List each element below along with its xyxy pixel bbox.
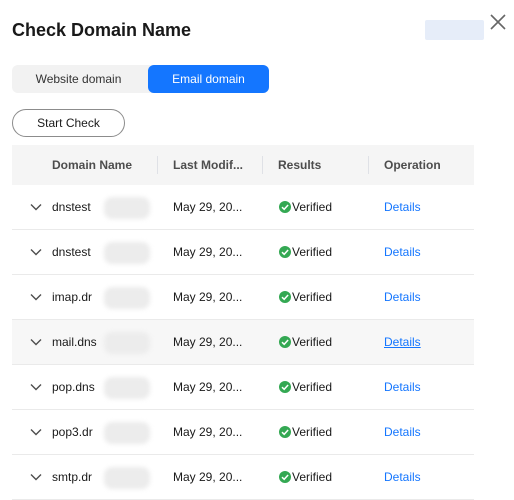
close-icon[interactable] bbox=[488, 12, 508, 32]
details-link[interactable]: Details bbox=[384, 185, 421, 229]
domain-name-cell: dnstest bbox=[52, 245, 91, 259]
table-row: pop3.dr May 29, 20... Verified Details bbox=[12, 410, 474, 455]
chevron-down-icon[interactable] bbox=[30, 336, 42, 348]
domain-name-cell: smtp.dr bbox=[52, 470, 93, 484]
details-link[interactable]: Details bbox=[384, 230, 421, 274]
table-row: mail.dns May 29, 20... Verified Details bbox=[12, 320, 474, 365]
check-circle-icon bbox=[279, 201, 291, 213]
details-link[interactable]: Details bbox=[384, 320, 421, 364]
result-status-text: Verified bbox=[292, 290, 333, 304]
table-row: imap.dr May 29, 20... Verified Details bbox=[12, 275, 474, 320]
chevron-down-icon[interactable] bbox=[30, 381, 42, 393]
redacted-domain-text bbox=[104, 422, 150, 444]
domain-table: Domain Name Last Modif... Results Operat… bbox=[12, 145, 474, 500]
table-row: smtp.dr May 29, 20... Verified Details bbox=[12, 455, 474, 500]
table-row: dnstest May 29, 20... Verified Details bbox=[12, 185, 474, 230]
domain-name-cell: pop.dns bbox=[52, 380, 95, 394]
domain-name-cell: mail.dns bbox=[52, 335, 97, 349]
table-row: dnstest May 29, 20... Verified Details bbox=[12, 230, 474, 275]
result-status-text: Verified bbox=[292, 470, 333, 484]
redacted-domain-text bbox=[104, 242, 150, 264]
chevron-down-icon[interactable] bbox=[30, 471, 42, 483]
domain-name-cell: imap.dr bbox=[52, 290, 93, 304]
redacted-domain-text bbox=[104, 197, 150, 219]
table-row: pop.dns May 29, 20... Verified Details bbox=[12, 365, 474, 410]
check-circle-icon bbox=[279, 336, 291, 348]
check-circle-icon bbox=[279, 381, 291, 393]
details-link[interactable]: Details bbox=[384, 275, 421, 319]
chevron-down-icon[interactable] bbox=[30, 246, 42, 258]
domain-type-tabs: Website domain Email domain bbox=[12, 65, 269, 93]
details-link[interactable]: Details bbox=[384, 410, 421, 454]
redacted-domain-text bbox=[104, 377, 150, 399]
check-circle-icon bbox=[279, 246, 291, 258]
last-modified-cell: May 29, 20... bbox=[173, 245, 243, 259]
last-modified-cell: May 29, 20... bbox=[173, 200, 243, 214]
redacted-badge bbox=[425, 20, 484, 40]
column-divider[interactable] bbox=[368, 156, 369, 174]
column-divider[interactable] bbox=[262, 156, 263, 174]
column-header-operation: Operation bbox=[384, 158, 441, 172]
result-status-text: Verified bbox=[292, 335, 333, 349]
table-body: dnstest May 29, 20... Verified Details dnste… bbox=[12, 185, 474, 500]
domain-name-cell: dnstest bbox=[52, 200, 91, 214]
details-link[interactable]: Details bbox=[384, 365, 421, 409]
result-status-text: Verified bbox=[292, 425, 333, 439]
result-status-text: Verified bbox=[292, 245, 333, 259]
check-circle-icon bbox=[279, 426, 291, 438]
chevron-down-icon[interactable] bbox=[30, 426, 42, 438]
last-modified-cell: May 29, 20... bbox=[173, 380, 243, 394]
details-link[interactable]: Details bbox=[384, 455, 421, 499]
column-header-last-modified[interactable]: Last Modif... bbox=[173, 145, 243, 185]
column-header-results[interactable]: Results bbox=[278, 145, 321, 185]
check-circle-icon bbox=[279, 291, 291, 303]
check-circle-icon bbox=[279, 471, 291, 483]
redacted-domain-text bbox=[104, 287, 150, 309]
last-modified-cell: May 29, 20... bbox=[173, 335, 243, 349]
column-header-domain-name[interactable]: Domain Name bbox=[52, 145, 132, 185]
chevron-down-icon[interactable] bbox=[30, 291, 42, 303]
column-divider[interactable] bbox=[157, 156, 158, 174]
tab-website-domain[interactable]: Website domain bbox=[12, 65, 145, 93]
result-status-text: Verified bbox=[292, 380, 333, 394]
chevron-down-icon[interactable] bbox=[30, 201, 42, 213]
tab-email-domain[interactable]: Email domain bbox=[148, 65, 269, 93]
start-check-button[interactable]: Start Check bbox=[12, 109, 125, 137]
result-status-text: Verified bbox=[292, 200, 333, 214]
last-modified-cell: May 29, 20... bbox=[173, 425, 243, 439]
page-title: Check Domain Name bbox=[12, 20, 192, 40]
last-modified-cell: May 29, 20... bbox=[173, 470, 243, 484]
redacted-domain-text bbox=[104, 467, 150, 489]
table-header: Domain Name Last Modif... Results Operat… bbox=[12, 145, 474, 185]
last-modified-cell: May 29, 20... bbox=[173, 290, 243, 304]
domain-name-cell: pop3.dr bbox=[52, 425, 93, 439]
redacted-domain-text bbox=[104, 332, 150, 354]
